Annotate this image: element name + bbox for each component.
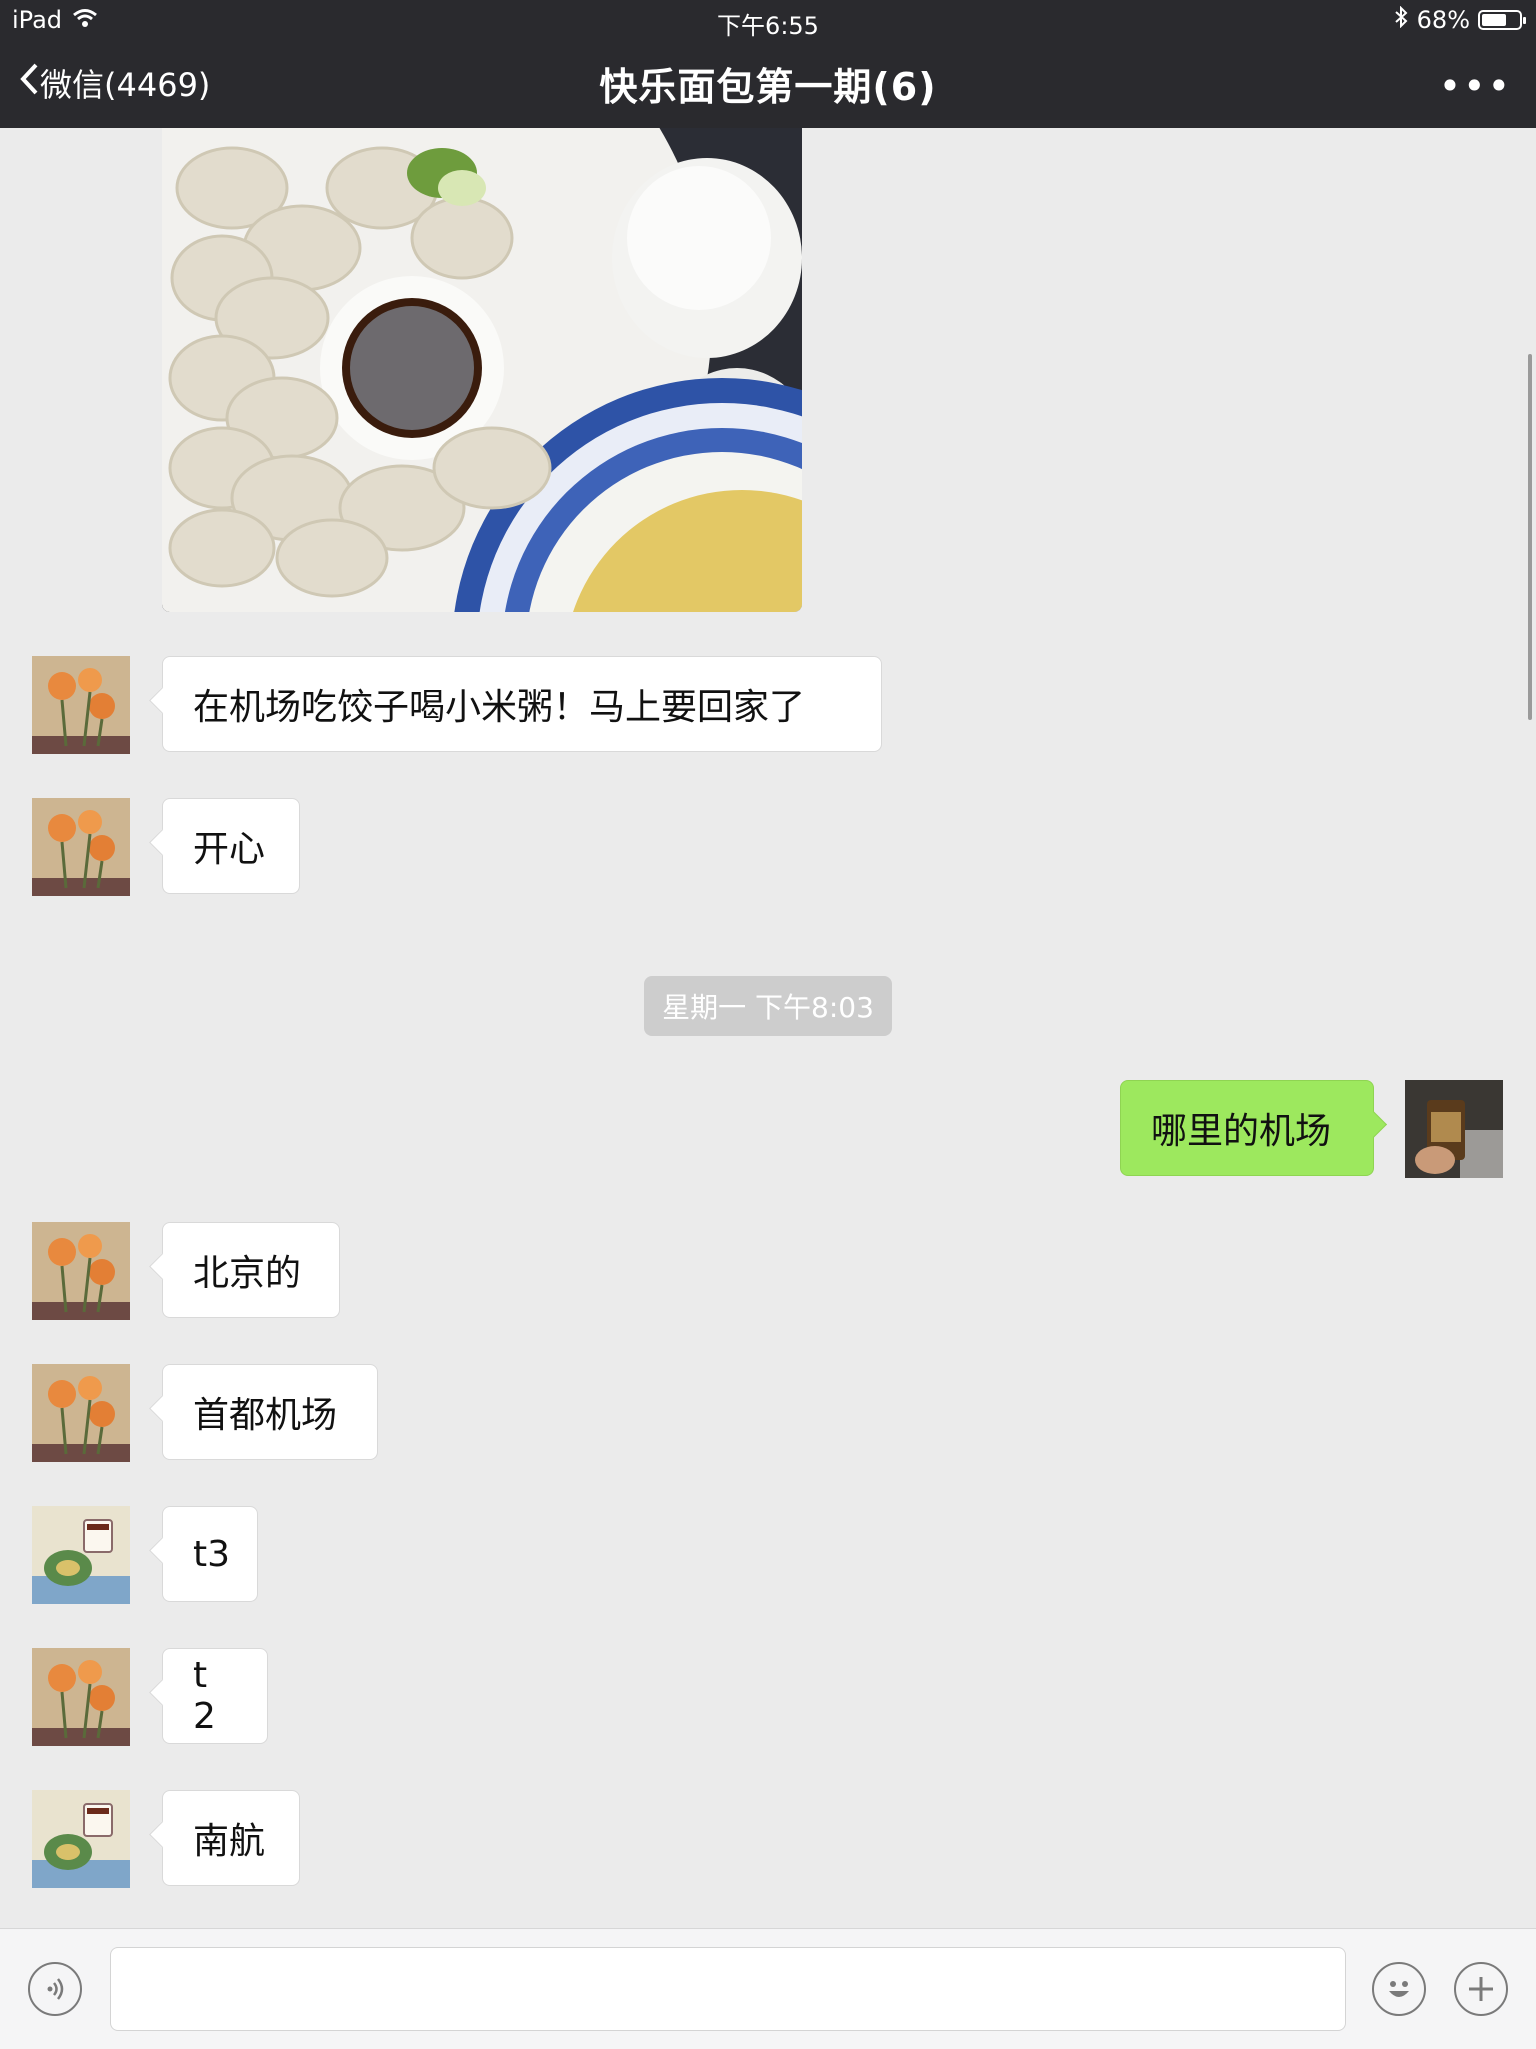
message-bubble[interactable]: 首都机场 [162, 1364, 378, 1460]
avatar-painting[interactable] [32, 1506, 130, 1604]
avatar-painting[interactable] [32, 1790, 130, 1888]
message-bubble[interactable]: t 2 [162, 1648, 268, 1744]
timestamp-badge: 星期一 下午8:03 [644, 976, 892, 1036]
avatar-flowers[interactable] [32, 1364, 130, 1462]
message-bubble[interactable]: 北京的 [162, 1222, 340, 1318]
avatar-flowers[interactable] [32, 1648, 130, 1746]
avatar-flowers[interactable] [32, 1222, 130, 1320]
chat-title: 快乐面包第一期(6) [599, 65, 937, 109]
plus-icon[interactable] [1454, 1962, 1508, 2016]
navigation-bar: 微信(4469) 快乐面包第一期(6) ••• [0, 40, 1536, 128]
message-text: 南航 [193, 1821, 266, 1862]
message-text: 北京的 [193, 1253, 302, 1294]
avatar-flowers[interactable] [32, 656, 130, 754]
message-bubble[interactable]: 在机场吃饺子喝小米粥！马上要回家了 [162, 656, 882, 752]
message-text: 开心 [193, 829, 266, 870]
avatar-flowers[interactable] [32, 798, 130, 896]
message-text: t 2 [193, 1655, 216, 1737]
message-text: 哪里的机场 [1151, 1111, 1332, 1152]
input-bar [0, 1928, 1536, 2049]
status-time: 下午6:55 [717, 12, 819, 40]
emoji-icon[interactable] [1372, 1962, 1426, 2016]
message-bubble[interactable]: 南航 [162, 1790, 300, 1886]
message-input-box[interactable] [110, 1947, 1346, 2031]
chat-area[interactable]: 在机场吃饺子喝小米粥！马上要回家了 开心 星期一 下午8:03 哪里的机场 北京… [0, 128, 1536, 1928]
avatar-self[interactable] [1405, 1080, 1503, 1178]
bluetooth-icon [1393, 5, 1409, 34]
status-bar: iPad 下午6:55 68% [0, 0, 1536, 40]
message-text: t3 [193, 1533, 231, 1575]
message-bubble[interactable]: 开心 [162, 798, 300, 894]
scrollbar[interactable] [1528, 354, 1532, 720]
food-photo[interactable] [162, 128, 802, 612]
battery-icon [1478, 10, 1526, 30]
more-icon[interactable]: ••• [1439, 64, 1512, 108]
message-text: 首都机场 [193, 1395, 338, 1436]
top-bar: iPad 下午6:55 68% 微信(4469) 快乐面包第一期(6) ••• [0, 0, 1536, 128]
message-bubble[interactable]: t3 [162, 1506, 258, 1602]
battery-percent: 68% [1416, 6, 1470, 34]
voice-icon[interactable] [28, 1962, 82, 2016]
sent-message-bubble[interactable]: 哪里的机场 [1120, 1080, 1374, 1176]
message-text: 在机场吃饺子喝小米粥！马上要回家了 [193, 687, 806, 728]
message-input[interactable] [111, 1948, 1345, 2030]
